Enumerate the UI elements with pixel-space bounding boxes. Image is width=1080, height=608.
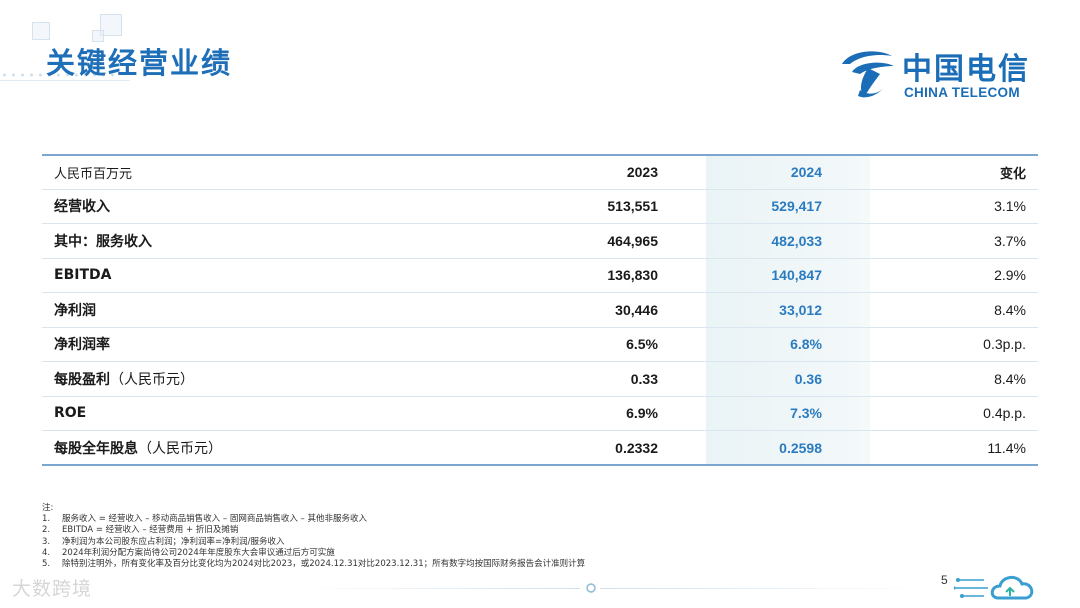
china-telecom-logo: 中国电信 CHINA TELECOM (838, 44, 1038, 104)
cell-change: 8.4% (994, 370, 1026, 387)
row-label: 净利润率 (54, 337, 110, 354)
cell-2023: 6.9% (626, 405, 658, 422)
footnote-item: 5. 除特别注明外，所有变化率及百分比变化均为2024对比2023，或2024.1… (42, 559, 586, 570)
row-label: 其中：服务收入 (54, 233, 152, 250)
page-number: 5 (941, 573, 948, 587)
cell-2023: 513,551 (607, 198, 658, 215)
cell-2024: 0.36 (794, 370, 822, 387)
telecom-swirl-icon (842, 51, 894, 98)
footer-ring-icon (586, 583, 596, 593)
cell-2023: 0.33 (630, 370, 658, 387)
header-2023: 2023 (626, 164, 658, 181)
header-2024: 2024 (790, 164, 822, 181)
cell-2023: 0.2332 (615, 439, 658, 456)
key-results-table-wrap: 人民币百万元 2023 2024 变化 经营收入 513,551 529,417… (42, 154, 1038, 466)
row-label: 每股盈利（人民币元） (54, 371, 194, 388)
table-row: EBITDA 136,830 140,847 2.9% (42, 258, 1038, 293)
footnote-item: 3. 净利润为本公司股东应占利润；净利润率=净利润/服务收入 (42, 536, 285, 547)
cell-2024: 140,847 (771, 267, 822, 284)
table-row: 经营收入 513,551 529,417 3.1% (42, 189, 1038, 224)
footnotes-heading: 注: (42, 503, 54, 513)
row-label: 净利润 (54, 302, 96, 319)
cell-2023: 464,965 (607, 232, 658, 249)
cell-2023: 30,446 (615, 301, 658, 318)
logo-name-en: CHINA TELECOM (904, 85, 1020, 100)
header-change: 变化 (999, 166, 1026, 182)
row-label: 经营收入 (54, 199, 110, 216)
page-title: 关键经营业绩 (46, 46, 233, 80)
footer-line (300, 588, 580, 589)
decor-square (32, 22, 50, 40)
footnotes: 注: 1. 服务收入 = 经营收入 – 移动商品销售收入 – 固网商品销售收入 –… (42, 503, 585, 570)
cell-change: 3.1% (994, 198, 1026, 215)
cell-change: 3.7% (994, 232, 1026, 249)
cell-change: 0.3p.p. (983, 336, 1026, 353)
table-row: 其中：服务收入 464,965 482,033 3.7% (42, 224, 1038, 258)
watermark: 大数跨境 (12, 578, 93, 600)
table-row: 每股全年股息（人民币元） 0.2332 0.2598 11.4% (42, 431, 1038, 465)
header-unit: 人民币百万元 (54, 166, 133, 182)
logo-name-cn: 中国电信 (902, 52, 1030, 87)
cell-2024: 529,417 (771, 198, 822, 215)
cloud-network-icon (954, 576, 1034, 600)
cell-2024: 6.8% (790, 336, 822, 353)
table-row: 净利润 30,446 33,012 8.4% (42, 293, 1038, 327)
table-header-row: 人民币百万元 2023 2024 变化 (42, 155, 1038, 189)
table-row: 净利润率 6.5% 6.8% 0.3p.p. (42, 327, 1038, 362)
cell-change: 8.4% (994, 301, 1026, 318)
cell-change: 2.9% (994, 267, 1026, 284)
cell-2024: 7.3% (790, 405, 822, 422)
row-label: ROE (54, 405, 87, 422)
footnote-item: 4. 2024年利润分配方案尚待公司2024年年度股东大会审议通过后方可实施 (42, 547, 335, 558)
cell-change: 11.4% (987, 439, 1026, 456)
cell-2024: 0.2598 (779, 439, 822, 456)
row-label: EBITDA (54, 267, 112, 284)
key-results-table: 人民币百万元 2023 2024 变化 经营收入 513,551 529,417… (42, 154, 1038, 466)
cell-2023: 6.5% (626, 336, 658, 353)
footnote-item: 2. EBITDA = 经营收入 – 经营费用 + 折旧及摊销 (42, 525, 239, 536)
cell-2024: 33,012 (779, 301, 822, 318)
cell-change: 0.4p.p. (983, 405, 1026, 422)
table-row: ROE 6.9% 7.3% 0.4p.p. (42, 396, 1038, 431)
footer-line (600, 588, 930, 589)
footnote-item: 1. 服务收入 = 经营收入 – 移动商品销售收入 – 固网商品销售收入 – 其他… (42, 514, 367, 525)
row-label: 每股全年股息（人民币元） (54, 440, 222, 457)
table-row: 每股盈利（人民币元） 0.33 0.36 8.4% (42, 362, 1038, 396)
cell-2023: 136,830 (607, 267, 658, 284)
cell-2024: 482,033 (771, 232, 822, 249)
